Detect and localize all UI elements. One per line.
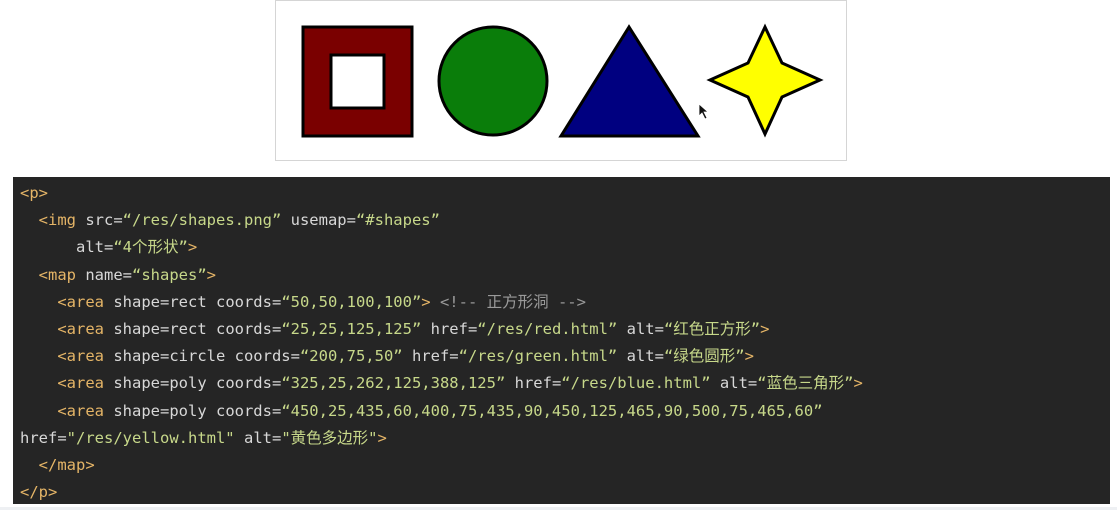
code-token: shape=rect coords=	[104, 319, 282, 338]
code-token: "/res/yellow.html"	[66, 428, 235, 447]
code-line: <map name=“shapes”>	[20, 262, 1110, 289]
code-line: <area shape=rect coords=“50,50,100,100”>…	[20, 289, 1110, 316]
square-hole	[329, 53, 386, 110]
code-token: alt=	[710, 374, 758, 393]
code-line: </map>	[20, 452, 1110, 479]
code-token: “/res/blue.html”	[561, 374, 711, 393]
code-token: “4个形状”	[113, 238, 188, 257]
code-token: “25,25,125,125”	[281, 319, 422, 338]
code-token: <img	[20, 211, 76, 230]
code-token: href=	[421, 319, 478, 338]
code-token: alt=	[20, 238, 114, 257]
code-token: <area	[20, 292, 104, 311]
shapes-image	[275, 0, 847, 161]
code-token: <area	[20, 319, 104, 338]
code-token: “/res/green.html”	[458, 347, 618, 366]
code-token: <p>	[20, 184, 48, 202]
code-token: alt=	[617, 319, 664, 338]
code-token: >	[421, 292, 431, 311]
shapes-canvas	[301, 23, 824, 138]
code-token: >	[187, 238, 198, 257]
code-token: shape=rect coords=	[104, 292, 282, 311]
code-token: alt=	[617, 347, 664, 366]
code-token: href=	[505, 374, 562, 393]
code-token: shape=circle coords=	[104, 347, 300, 366]
code-token: <area	[20, 401, 104, 420]
code-token: “450,25,435,60,400,75,435,90,450,125,465…	[281, 401, 823, 420]
code-token: “50,50,100,100”	[281, 292, 422, 311]
code-line: <area shape=poly coords=“325,25,262,125,…	[20, 370, 1110, 397]
code-token: “200,75,50”	[299, 347, 403, 366]
code-token: </map>	[20, 455, 95, 474]
code-line: </p>	[20, 479, 1110, 504]
code-token: “/res/red.html”	[477, 319, 618, 338]
code-token: <area	[20, 347, 104, 366]
code-token: “#shapes”	[355, 211, 440, 230]
code-token: “红色正方形”	[663, 319, 761, 338]
code-token: >	[206, 265, 216, 284]
code-token: shape=poly coords=	[104, 401, 282, 420]
code-token: alt=	[234, 428, 282, 447]
code-token: “蓝色三角形”	[757, 374, 854, 393]
yellow-star[interactable]	[706, 23, 824, 138]
code-block: <p> <img src=“/res/shapes.png” usemap=“#…	[13, 177, 1110, 504]
code-token: <area	[20, 374, 104, 393]
code-token: </p>	[20, 483, 58, 502]
code-token: “shapes”	[132, 265, 207, 284]
code-token: >	[760, 319, 770, 338]
code-token: usemap=	[281, 211, 356, 230]
code-token: <!-- 正方形洞 -->	[430, 292, 586, 311]
code-token: “/res/shapes.png”	[122, 211, 282, 230]
code-line: <area shape=poly coords=“450,25,435,60,4…	[20, 398, 1110, 425]
code-line: href="/res/yellow.html" alt="黄色多边形">	[20, 425, 1110, 452]
code-token: >	[744, 347, 754, 366]
green-circle[interactable]	[437, 25, 549, 137]
code-line: <img src=“/res/shapes.png” usemap=“#shap…	[20, 207, 1110, 234]
mouse-cursor-icon	[698, 103, 710, 120]
code-token: >	[853, 374, 863, 393]
blue-triangle[interactable]	[558, 24, 701, 138]
code-token: href=	[20, 428, 67, 447]
code-line: <area shape=circle coords=“200,75,50” hr…	[20, 343, 1110, 370]
code-token: “325,25,262,125,388,125”	[281, 374, 506, 393]
code-line: <area shape=rect coords=“25,25,125,125” …	[20, 316, 1110, 343]
code-token: href=	[402, 347, 459, 366]
code-token: src=	[76, 211, 123, 230]
code-token: shape=poly coords=	[104, 374, 282, 393]
code-line: alt=“4个形状”>	[20, 234, 1110, 261]
code-token: "黄色多边形"	[281, 428, 378, 447]
code-token: >	[377, 428, 387, 447]
code-line: <p>	[20, 180, 1110, 207]
code-token: name=	[76, 265, 132, 284]
code-token: “绿色圆形”	[663, 347, 745, 366]
code-token: <map	[20, 265, 76, 284]
